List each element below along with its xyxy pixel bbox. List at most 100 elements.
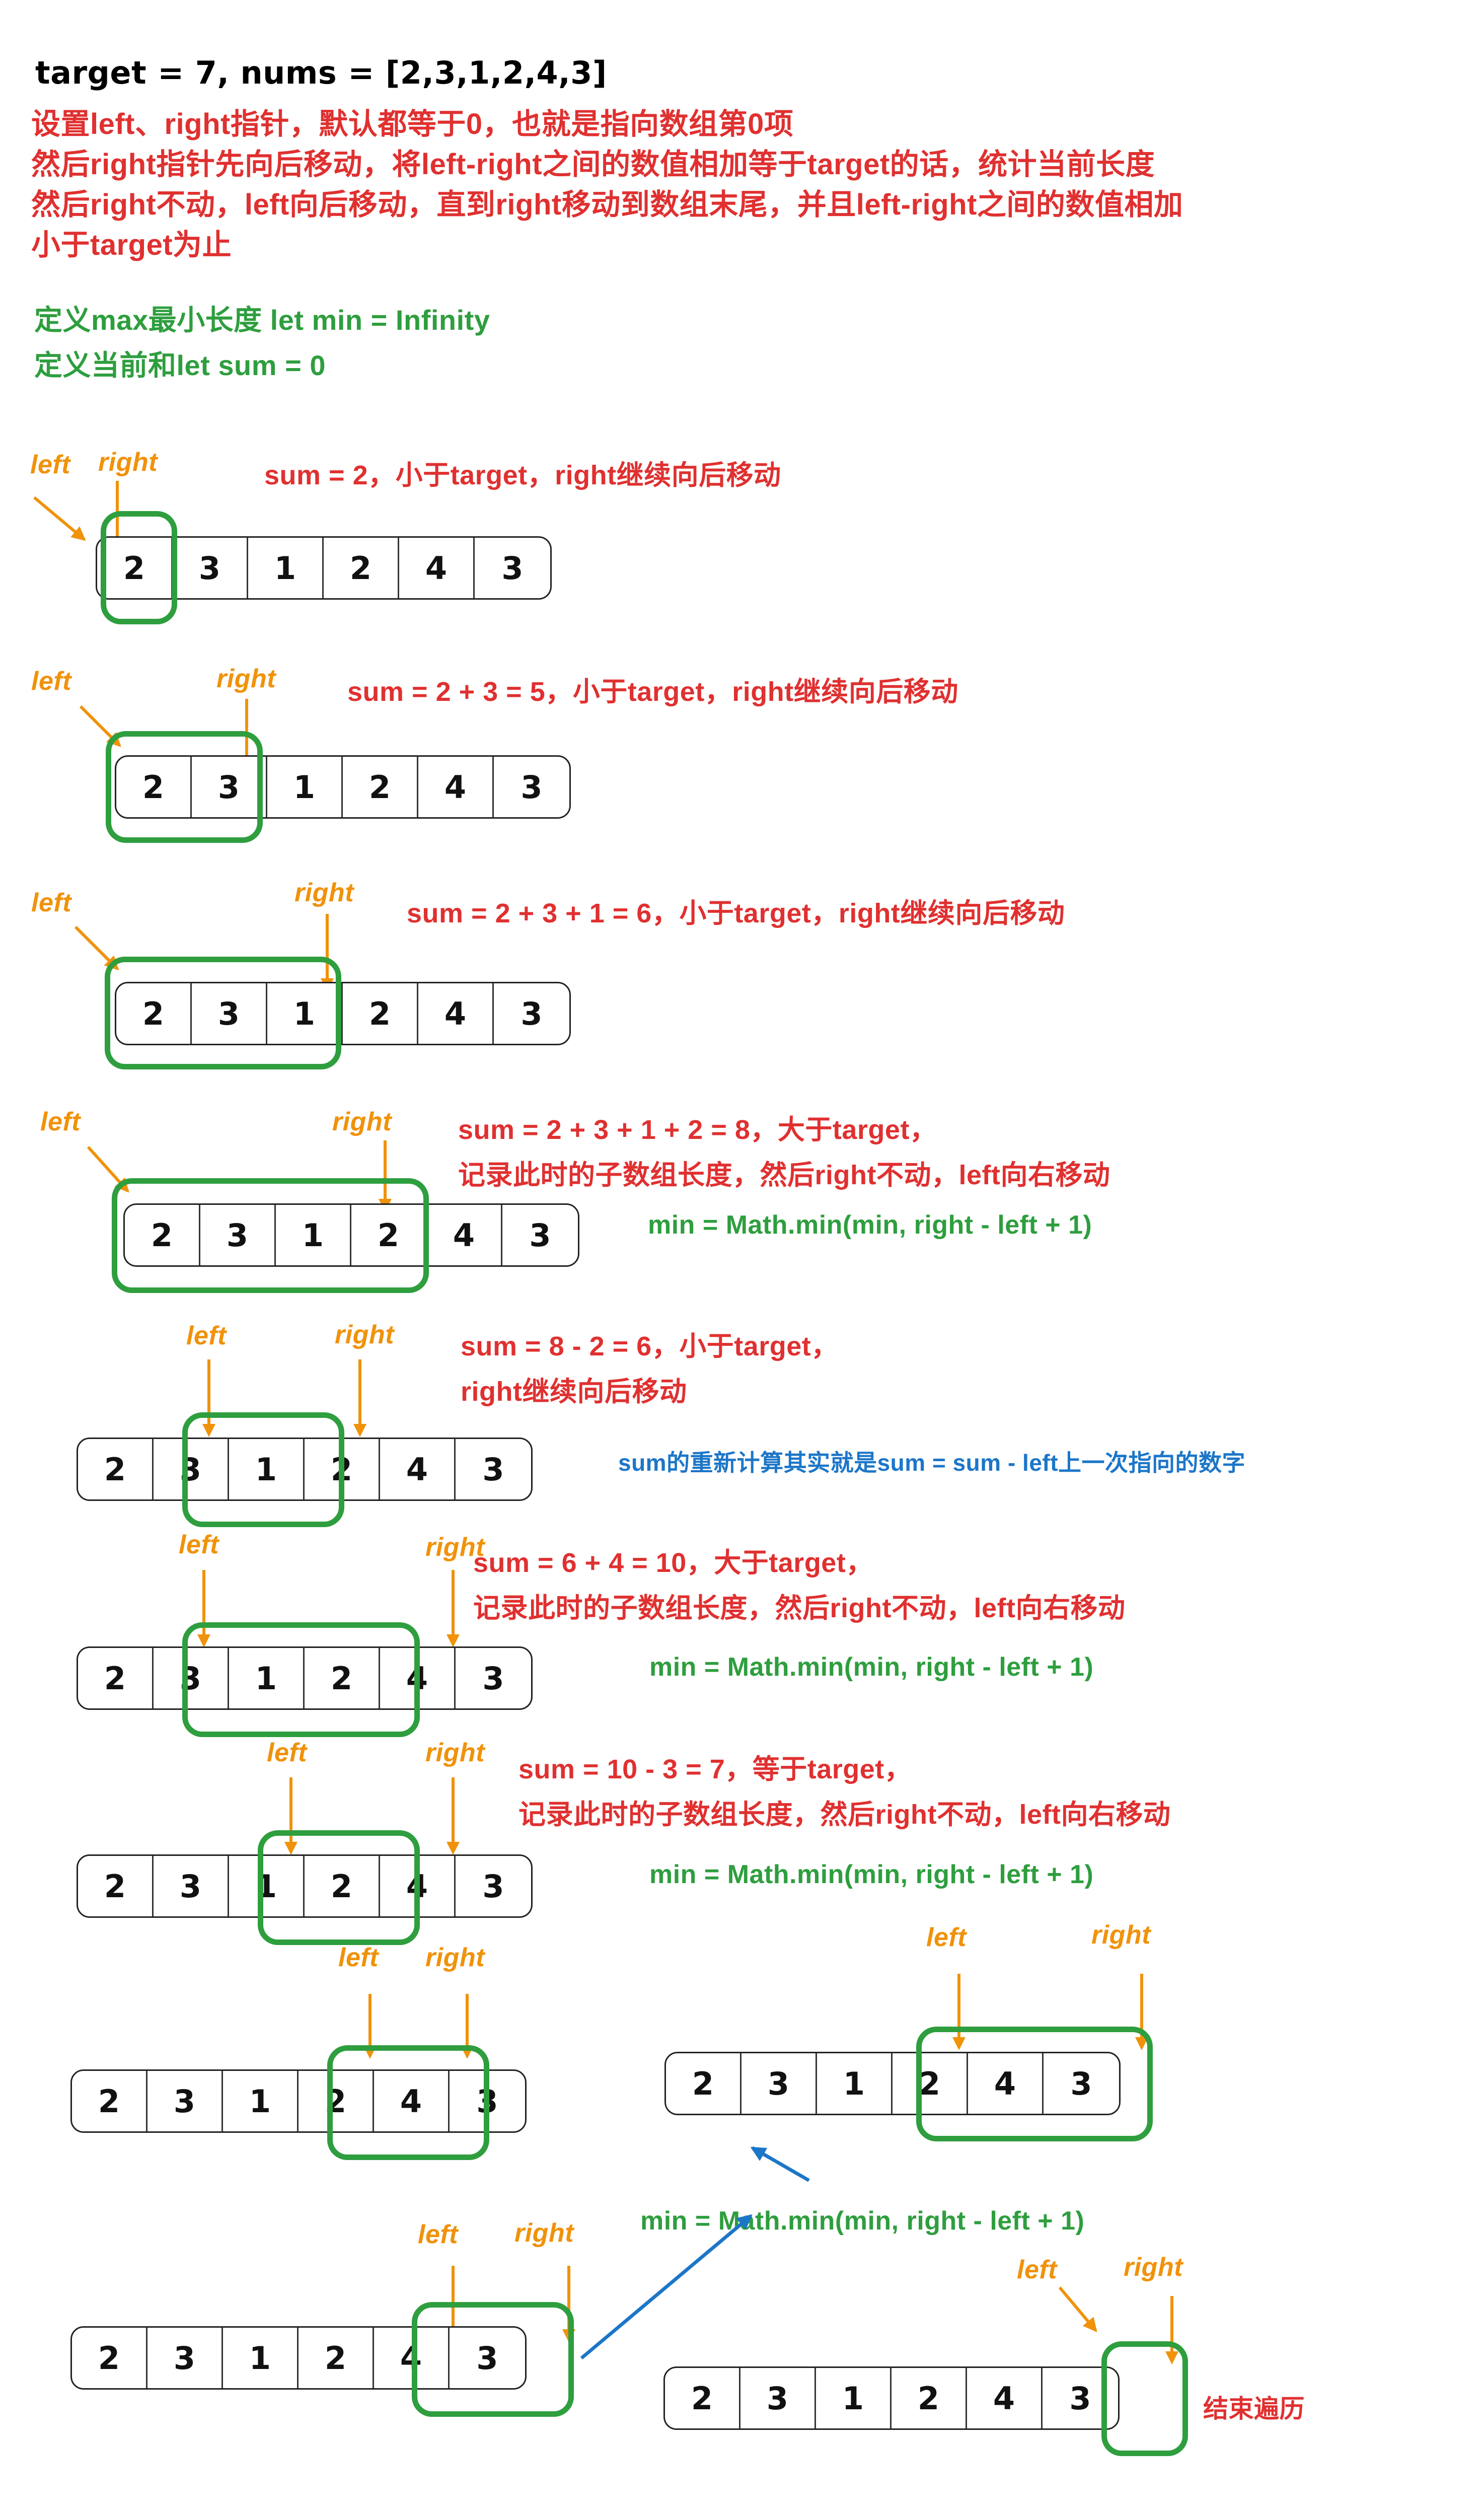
- array-cell: 2: [116, 983, 192, 1044]
- array-cell: 2: [78, 1439, 154, 1499]
- step-note-line-2: 记录此时的子数组长度，然后right不动，left向右移动: [518, 1800, 1171, 1830]
- array-cell: 3: [147, 2071, 223, 2131]
- array-cell: 2: [116, 757, 192, 817]
- array-cell: 4: [374, 2328, 450, 2388]
- array-row: 2 3 1 2 4 3: [77, 1438, 533, 1501]
- array-cell: 3: [1070, 2065, 1092, 2102]
- min-formula: min = Math.min(min, right - left + 1): [640, 2206, 1085, 2236]
- left-label: left: [30, 450, 70, 479]
- array-row: 2 3 1 2 4 3: [77, 1854, 533, 1918]
- end-note: 结束遍历: [1203, 2395, 1305, 2423]
- array-cell: 2: [892, 2368, 967, 2428]
- step-note-line-2: 记录此时的子数组长度，然后right不动，left向右移动: [458, 1160, 1110, 1190]
- right-label: right: [1091, 1920, 1151, 1950]
- right-label: right: [1124, 2253, 1183, 2282]
- page-title: target = 7, nums = [2,3,1,2,4,3]: [35, 54, 607, 91]
- array-row: 2 3 1 2 4 3: [77, 1646, 533, 1710]
- array-cell: 2: [78, 1648, 154, 1708]
- array-cell: 2: [299, 2328, 374, 2388]
- array-cell: 4: [380, 1439, 456, 1499]
- left-label: left: [31, 888, 71, 917]
- array-cell: 2: [324, 538, 399, 598]
- min-formula: min = Math.min(min, right - left + 1): [649, 1653, 1094, 1682]
- array-cell: 1: [223, 2071, 299, 2131]
- left-pointer-arrow: [87, 1145, 129, 1192]
- array-cell: 3: [173, 538, 248, 598]
- array-cell: 3: [154, 1856, 229, 1916]
- array-cell: 2: [305, 1648, 380, 1708]
- right-label: right: [332, 1107, 392, 1136]
- array-cell: 2: [343, 757, 418, 817]
- array-cell: 3: [200, 1205, 276, 1265]
- array-cell: 3: [482, 1660, 504, 1697]
- array-row: 2 3 1 2 4 3: [70, 2069, 527, 2133]
- right-label: right: [98, 448, 158, 477]
- array-cell: 4: [967, 2368, 1043, 2428]
- step-note-line-1: sum = 2 + 3 = 5，小于target，right继续向后移动: [347, 677, 958, 707]
- step-note-line-1: sum = 6 + 4 = 10，大于target，: [473, 1548, 873, 1578]
- step-note-line-2: 记录此时的子数组长度，然后right不动，left向右移动: [473, 1593, 1126, 1623]
- blue-arrow-up-right: [751, 2146, 810, 2182]
- left-pointer-arrow: [1058, 2286, 1097, 2332]
- array-cell: 4: [427, 1205, 502, 1265]
- array-cell: 2: [125, 1205, 200, 1265]
- array-cell: 3: [741, 2053, 817, 2114]
- array-cell: 3: [521, 995, 543, 1032]
- right-label: right: [425, 1738, 485, 1767]
- array-cell: 4: [399, 538, 475, 598]
- array-cell: 1: [229, 1439, 305, 1499]
- array-cell: 2: [305, 1856, 380, 1916]
- left-label: left: [338, 1943, 379, 1972]
- array-cell: 2: [299, 2071, 374, 2131]
- array-cell: 2: [78, 1856, 154, 1916]
- array-cell: 1: [248, 538, 324, 598]
- array-cell: 4: [418, 757, 494, 817]
- left-label: left: [186, 1321, 227, 1350]
- array-cell: 4: [374, 2071, 450, 2131]
- step-note-line-2: right继续向后移动: [461, 1377, 687, 1407]
- right-label: right: [514, 2218, 574, 2248]
- array-row: 2 3 1 2 4 3: [96, 536, 552, 600]
- right-label: right: [294, 878, 354, 907]
- array-cell: 3: [154, 1439, 229, 1499]
- array-cell: 1: [267, 757, 343, 817]
- array-row: 2 3 1 2 4 3: [123, 1203, 579, 1267]
- array-cell: 3: [147, 2328, 223, 2388]
- array-cell: 3: [192, 757, 267, 817]
- array-cell: 4: [380, 1856, 456, 1916]
- array-cell: 2: [343, 983, 418, 1044]
- init-sum-line: 定义当前和let sum = 0: [34, 349, 326, 381]
- array-cell: 3: [476, 2082, 498, 2120]
- array-row: 2 3 1 2 4 3: [115, 982, 571, 1045]
- right-label: right: [216, 664, 276, 693]
- array-cell: 2: [666, 2053, 741, 2114]
- right-label: right: [425, 1943, 485, 1972]
- min-formula: min = Math.min(min, right - left + 1): [648, 1210, 1092, 1240]
- array-cell: 4: [380, 1648, 456, 1708]
- left-label: left: [40, 1107, 81, 1136]
- description-line-2: 然后right指针先向后移动，将left-right之间的数值相加等于targe…: [31, 148, 1155, 181]
- array-cell: 2: [72, 2328, 147, 2388]
- description-line-3: 然后right不动，left向后移动，直到right移动到数组末尾，并且left…: [31, 188, 1183, 221]
- array-cell: 3: [482, 1451, 504, 1488]
- description-line-1: 设置left、right指针，默认都等于0，也就是指向数组第0项: [31, 108, 794, 140]
- left-label: left: [179, 1530, 219, 1559]
- array-cell: 1: [229, 1856, 305, 1916]
- array-row: 2 3 1 2 4 3: [664, 2052, 1121, 2115]
- step-note-line-1: sum = 2 + 3 + 1 + 2 = 8，大于target，: [458, 1115, 937, 1145]
- min-formula: min = Math.min(min, right - left + 1): [649, 1860, 1094, 1889]
- left-label: left: [926, 1923, 967, 1952]
- array-cell: 1: [229, 1648, 305, 1708]
- left-label: left: [31, 667, 71, 696]
- array-cell: 2: [97, 538, 173, 598]
- array-cell: 2: [351, 1205, 427, 1265]
- array-cell: 2: [305, 1439, 380, 1499]
- step-note-line-1: sum = 2 + 3 + 1 = 6，小于target，right继续向后移动: [407, 898, 1065, 928]
- array-cell: 3: [154, 1648, 229, 1708]
- array-cell: 3: [1069, 2380, 1091, 2417]
- right-label: right: [335, 1320, 395, 1349]
- array-cell: 2: [893, 2053, 968, 2114]
- step-note-line-1: sum = 10 - 3 = 7，等于target，: [518, 1754, 912, 1784]
- init-min-line: 定义max最小长度 let min = Infinity: [34, 304, 490, 336]
- array-cell: 3: [740, 2368, 816, 2428]
